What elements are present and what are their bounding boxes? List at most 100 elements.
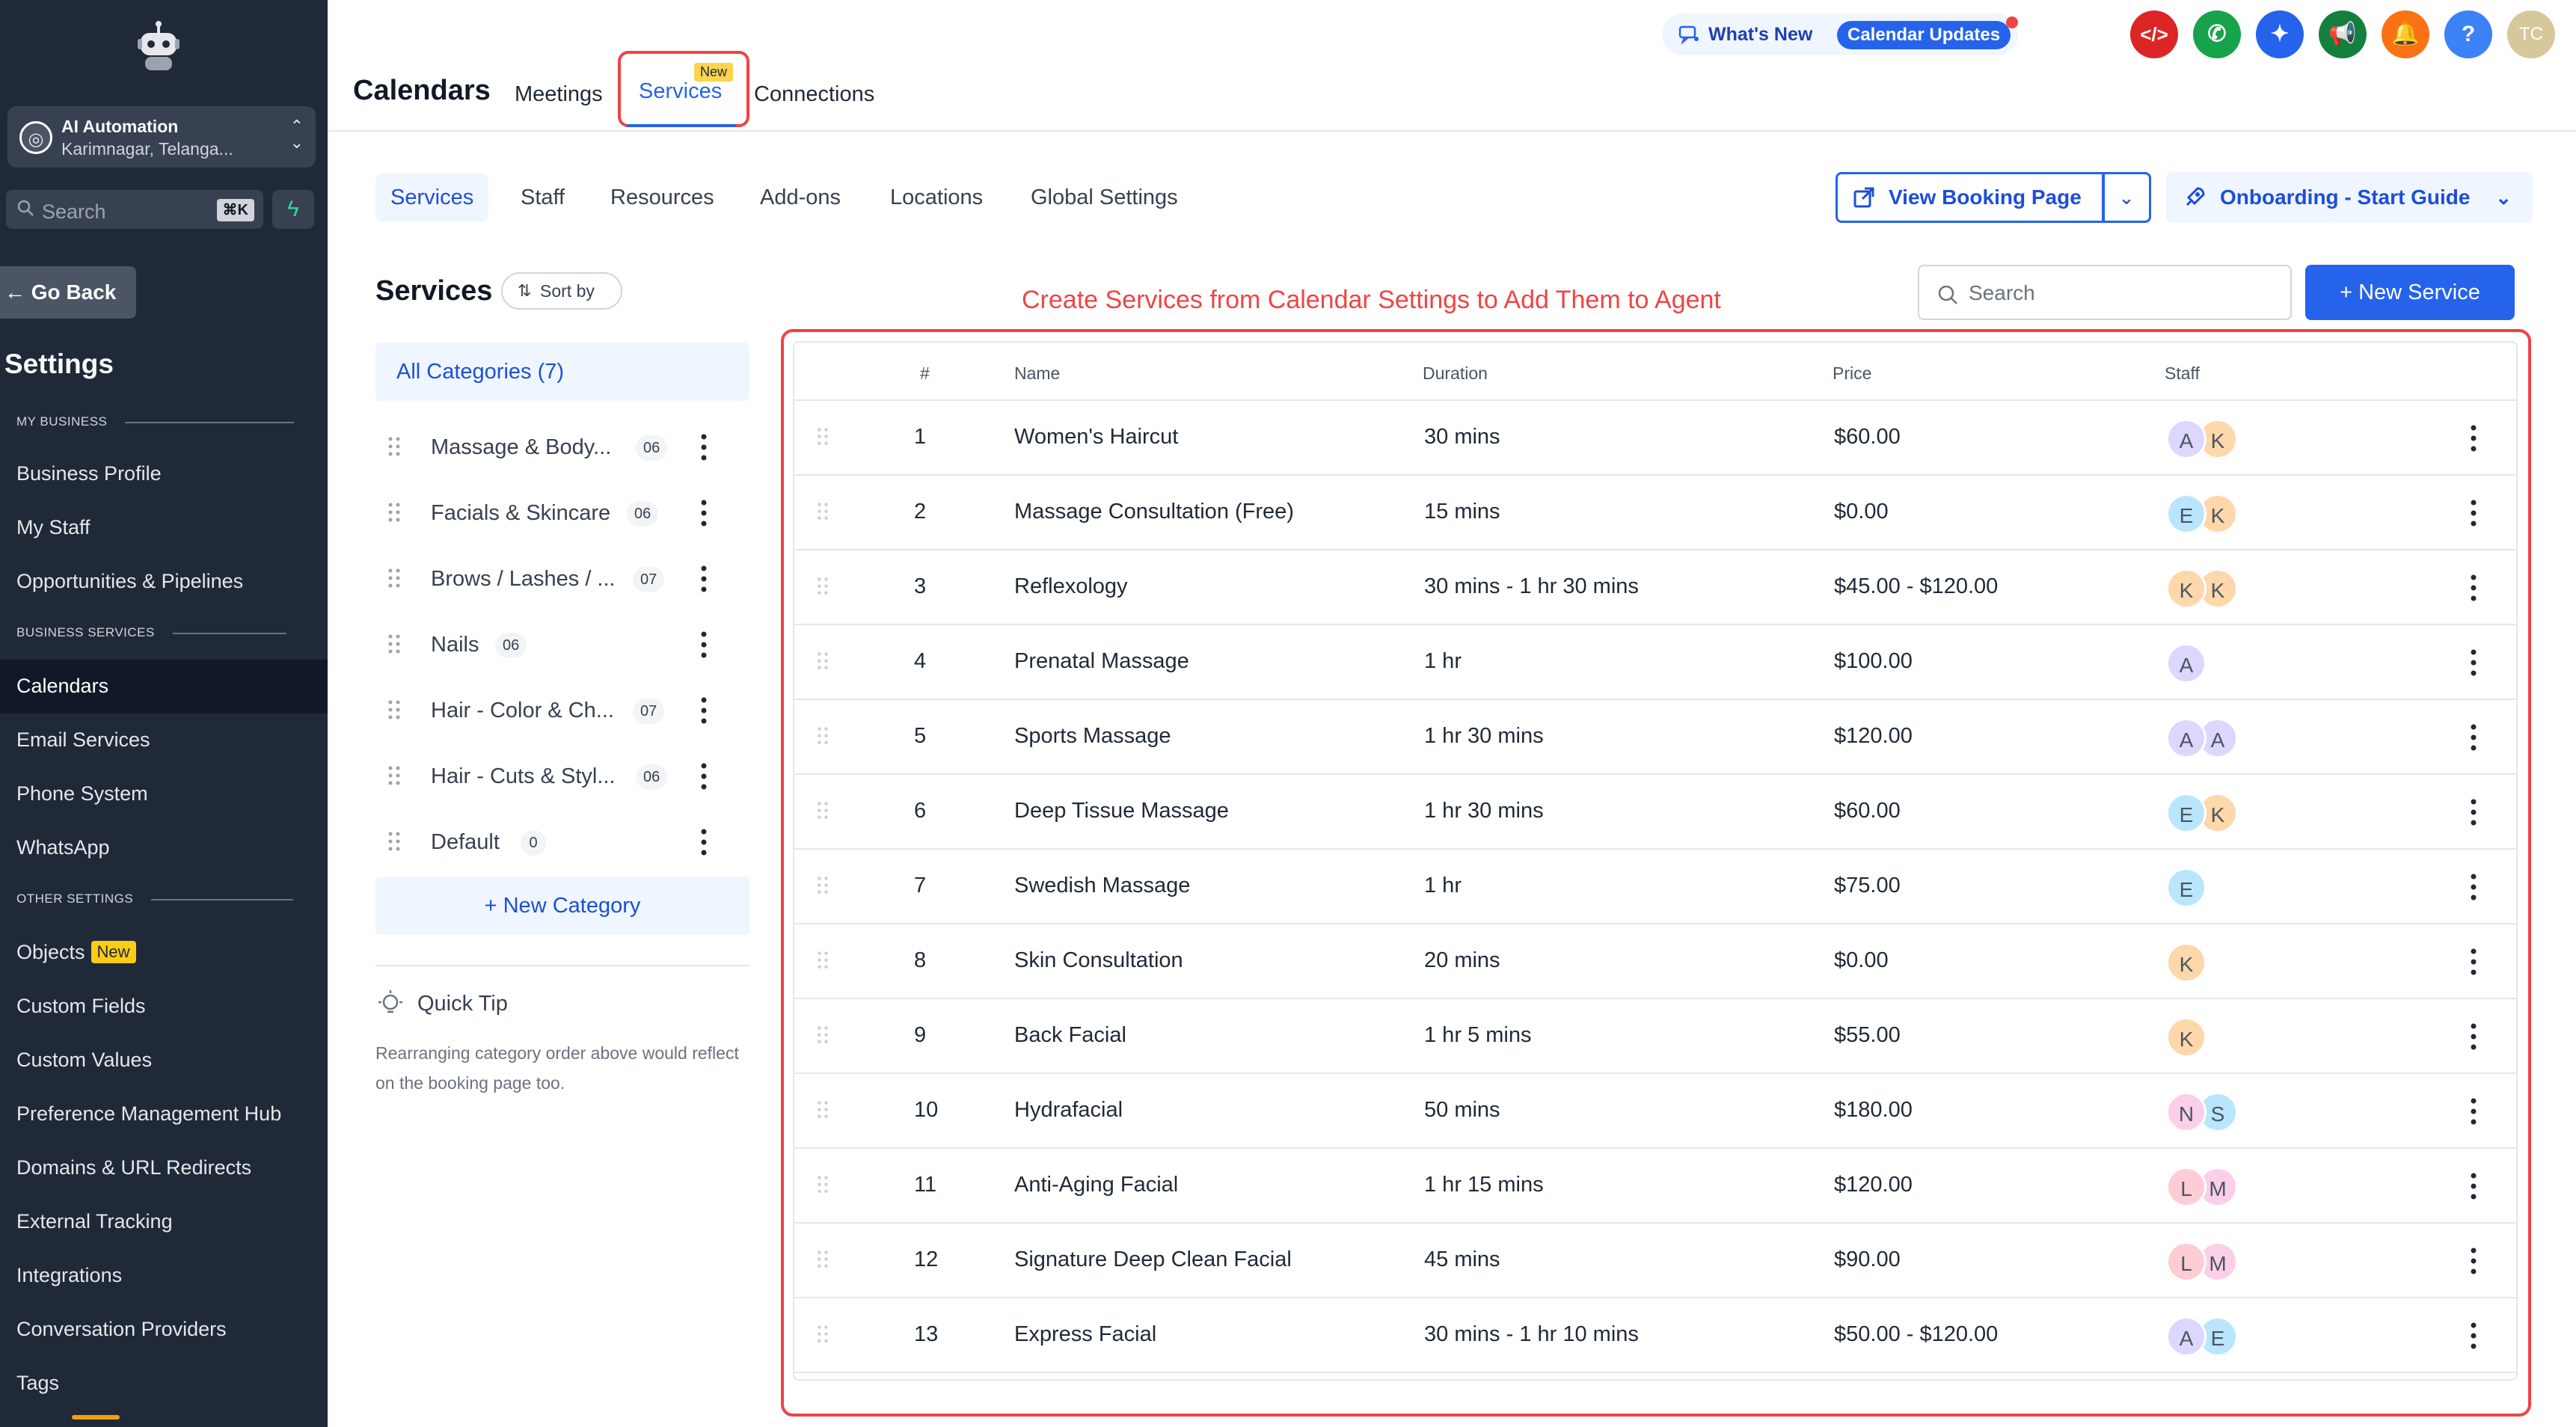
subtab-resources[interactable]: Resources (595, 174, 729, 221)
subtab-global-settings[interactable]: Global Settings (1016, 174, 1193, 221)
table-row[interactable]: 11 Anti-Aging Facial 1 hr 15 mins $120.00 L M (794, 1149, 2516, 1224)
table-row[interactable]: 12 Signature Deep Clean Facial 45 mins $90.… (794, 1224, 2516, 1298)
table-row[interactable]: 1 Women's Haircut 30 mins $60.00 A K (794, 401, 2516, 476)
staff-avatar[interactable]: E (2166, 793, 2207, 833)
code-icon[interactable]: </> (2130, 10, 2178, 58)
category-item[interactable]: Default 0 (375, 815, 749, 868)
table-row[interactable]: 6 Deep Tissue Massage 1 hr 30 mins $60.00 E K (794, 775, 2516, 850)
service-name[interactable]: Sports Massage (1014, 724, 1171, 749)
account-switcher[interactable]: ◎ AI Automation Karimnagar, Telanga... ⌃… (7, 106, 316, 168)
more-options-icon[interactable] (2462, 945, 2485, 978)
sidebar-item-external-tracking[interactable]: External Tracking (16, 1210, 173, 1233)
sidebar-item-calendars[interactable]: Calendars (16, 675, 108, 698)
staff-avatar[interactable]: A (2166, 718, 2207, 758)
category-item[interactable]: Facials & Skincare 06 (375, 486, 749, 538)
service-name[interactable]: Back Facial (1014, 1023, 1126, 1048)
sparkle-icon[interactable]: ✦ (2256, 10, 2304, 58)
sidebar-item-preference-hub[interactable]: Preference Management Hub (16, 1102, 281, 1126)
phone-icon[interactable]: ✆ (2193, 10, 2241, 58)
sidebar-item-whatsapp[interactable]: WhatsApp (16, 836, 110, 859)
service-name[interactable]: Swedish Massage (1014, 874, 1190, 898)
bell-icon[interactable]: 🔔 (2382, 10, 2429, 58)
drag-handle-icon[interactable] (386, 764, 402, 787)
more-options-icon[interactable] (2462, 1319, 2485, 1352)
sidebar-item-custom-values[interactable]: Custom Values (16, 1049, 152, 1072)
more-options-icon[interactable] (2462, 1245, 2485, 1277)
more-options-icon[interactable] (2462, 571, 2485, 604)
staff-avatar[interactable]: E (2166, 868, 2207, 908)
more-options-icon[interactable] (693, 694, 715, 727)
more-options-icon[interactable] (2462, 1020, 2485, 1053)
drag-handle-icon[interactable] (386, 501, 402, 524)
staff-avatar[interactable]: L (2166, 1167, 2207, 1207)
more-options-icon[interactable] (2462, 871, 2485, 903)
sidebar-item-custom-fields[interactable]: Custom Fields (16, 995, 146, 1018)
view-booking-page-button[interactable]: View Booking Page (1836, 172, 2105, 223)
sidebar-item-integrations[interactable]: Integrations (16, 1264, 122, 1287)
more-options-icon[interactable] (2462, 646, 2485, 679)
table-row[interactable]: 2 Massage Consultation (Free) 15 mins $0.00… (794, 476, 2516, 550)
sidebar-item-domains[interactable]: Domains & URL Redirects (16, 1156, 251, 1179)
drag-handle-icon[interactable] (815, 426, 830, 449)
staff-avatar[interactable]: K (2166, 568, 2207, 609)
drag-handle-icon[interactable] (815, 576, 830, 598)
new-category-button[interactable]: + New Category (375, 877, 749, 935)
staff-avatar[interactable]: A (2166, 1316, 2207, 1357)
drag-handle-icon[interactable] (815, 1174, 830, 1197)
whats-new-banner[interactable]: What's New Calendar Updates (1662, 13, 2018, 55)
more-options-icon[interactable] (2462, 1095, 2485, 1128)
sidebar-item-my-staff[interactable]: My Staff (16, 516, 91, 539)
more-options-icon[interactable] (693, 431, 715, 464)
table-row[interactable]: 10 Hydrafacial 50 mins $180.00 N S (794, 1074, 2516, 1149)
category-item[interactable]: Hair - Color & Ch... 07 (375, 684, 749, 736)
help-icon[interactable]: ? (2444, 10, 2492, 58)
tab-connections[interactable]: Connections (754, 82, 874, 107)
table-row[interactable]: 9 Back Facial 1 hr 5 mins $55.00 K (794, 999, 2516, 1074)
more-options-icon[interactable] (693, 760, 715, 793)
staff-avatar[interactable]: A (2166, 643, 2207, 684)
category-item[interactable]: Nails 06 (375, 618, 749, 670)
table-row[interactable]: 4 Prenatal Massage 1 hr $100.00 A (794, 625, 2516, 700)
more-options-icon[interactable] (2462, 1170, 2485, 1203)
tab-meetings[interactable]: Meetings (515, 82, 603, 107)
drag-handle-icon[interactable] (815, 1025, 830, 1047)
sidebar-item-email-services[interactable]: Email Services (16, 728, 150, 752)
service-name[interactable]: Signature Deep Clean Facial (1014, 1248, 1292, 1272)
sidebar-item-tags[interactable]: Tags (16, 1372, 59, 1395)
tab-services[interactable]: Services (639, 79, 722, 104)
sidebar-item-conversation-providers[interactable]: Conversation Providers (16, 1318, 227, 1341)
service-name[interactable]: Hydrafacial (1014, 1098, 1123, 1123)
all-categories-item[interactable]: All Categories (7) (375, 343, 749, 401)
sort-by-button[interactable]: ⇅ Sort by (501, 272, 622, 310)
more-options-icon[interactable] (693, 628, 715, 661)
staff-avatar[interactable]: K (2166, 1017, 2207, 1058)
table-row[interactable]: 13 Express Facial 30 mins - 1 hr 10 mins $5… (794, 1298, 2516, 1373)
new-service-button[interactable]: + New Service (2305, 265, 2515, 320)
drag-handle-icon[interactable] (815, 800, 830, 823)
staff-avatar[interactable]: A (2166, 419, 2207, 459)
chevron-down-icon[interactable]: ⌄ (2102, 172, 2151, 223)
service-name[interactable]: Massage Consultation (Free) (1014, 500, 1294, 524)
table-row[interactable]: 8 Skin Consultation 20 mins $0.00 K (794, 924, 2516, 999)
sidebar-item-objects[interactable]: Objects New (16, 941, 136, 964)
service-name[interactable]: Deep Tissue Massage (1014, 799, 1229, 823)
subtab-addons[interactable]: Add-ons (745, 174, 856, 221)
table-row[interactable]: 3 Reflexology 30 mins - 1 hr 30 mins $45.00… (794, 550, 2516, 625)
subtab-staff[interactable]: Staff (506, 174, 580, 221)
drag-handle-icon[interactable] (386, 699, 402, 721)
more-options-icon[interactable] (693, 826, 715, 859)
staff-avatar[interactable]: N (2166, 1092, 2207, 1132)
more-options-icon[interactable] (693, 562, 715, 595)
sidebar-item-business-profile[interactable]: Business Profile (16, 462, 162, 485)
table-row[interactable]: 5 Sports Massage 1 hr 30 mins $120.00 A A (794, 700, 2516, 775)
bolt-icon[interactable]: ϟ (272, 190, 314, 229)
drag-handle-icon[interactable] (815, 501, 830, 524)
service-name[interactable]: Skin Consultation (1014, 948, 1183, 973)
more-options-icon[interactable] (693, 497, 715, 530)
service-name[interactable]: Reflexology (1014, 574, 1128, 599)
service-name[interactable]: Express Facial (1014, 1322, 1156, 1347)
drag-handle-icon[interactable] (386, 830, 402, 853)
more-options-icon[interactable] (2462, 796, 2485, 829)
drag-handle-icon[interactable] (815, 1249, 830, 1271)
more-options-icon[interactable] (2462, 422, 2485, 455)
